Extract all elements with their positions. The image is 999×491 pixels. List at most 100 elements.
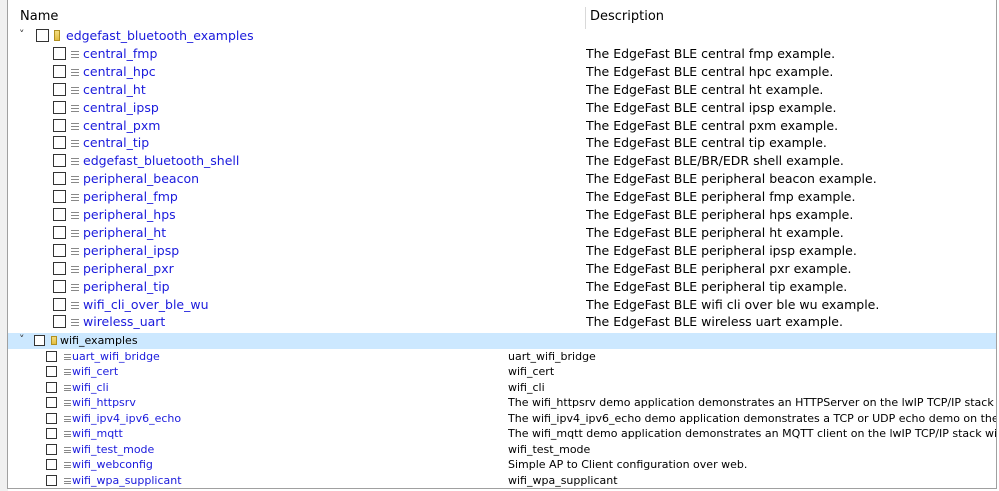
tree-item-row[interactable]: peripheral_ipsp The EdgeFast BLE peripher… [8, 242, 996, 260]
tree-item-row[interactable]: central_tip The EdgeFast BLE central tip … [8, 134, 996, 152]
tree-item-row[interactable]: wifi_wpa_supplicant wifi_wpa_supplicant [8, 473, 996, 489]
tree-item-row[interactable]: central_pxm The EdgeFast BLE central pxm … [8, 117, 996, 135]
item-checkbox[interactable] [46, 443, 57, 455]
item-name[interactable]: wifi_ipv4_ipv6_echo [72, 411, 181, 426]
tree-folder-row[interactable]: ˅ edgefast_bluetooth_examples [8, 27, 996, 45]
item-name[interactable]: peripheral_hps [83, 206, 176, 224]
tree-item-row[interactable]: wifi_webconfig Simple AP to Client config… [8, 457, 996, 473]
item-checkbox[interactable] [46, 350, 57, 362]
folder-checkbox[interactable] [34, 335, 45, 346]
item-name[interactable]: peripheral_fmp [83, 188, 178, 206]
item-name[interactable]: central_pxm [83, 117, 160, 135]
item-description: uart_wifi_bridge [508, 349, 596, 363]
item-checkbox[interactable] [46, 366, 57, 377]
item-checkbox[interactable] [53, 190, 66, 204]
chevron-down-icon[interactable]: ˅ [19, 333, 25, 346]
item-checkbox[interactable] [53, 82, 66, 96]
column-separator[interactable] [585, 7, 586, 29]
item-name[interactable]: peripheral_ipsp [83, 242, 179, 260]
item-name[interactable]: central_fmp [83, 45, 157, 63]
item-description: The EdgeFast BLE central tip example. [586, 135, 827, 151]
item-checkbox[interactable] [53, 208, 66, 221]
item-description: wifi_test_mode [508, 442, 591, 456]
item-description: The EdgeFast BLE/BR/EDR shell example. [586, 153, 844, 169]
item-name[interactable]: wifi_cert [72, 364, 118, 379]
item-name[interactable]: uart_wifi_bridge [72, 349, 160, 364]
tree-item-row[interactable]: wifi_mqtt The wifi_mqtt demo application … [8, 426, 997, 442]
column-header-name[interactable]: Name [20, 9, 58, 24]
item-name[interactable]: peripheral_pxr [83, 260, 174, 278]
tree-item-row[interactable]: wifi_cli_over_ble_wu The EdgeFast BLE wif… [8, 296, 996, 314]
item-checkbox[interactable] [46, 397, 57, 408]
item-name[interactable]: wifi_webconfig [72, 457, 153, 472]
item-checkbox[interactable] [46, 428, 57, 439]
tree-folder-row[interactable]: ˅ wifi_examples [8, 333, 996, 349]
item-checkbox[interactable] [53, 243, 66, 257]
item-name[interactable]: central_tip [83, 134, 149, 152]
item-checkbox[interactable] [53, 118, 66, 132]
item-name[interactable]: central_ht [83, 81, 146, 99]
item-checkbox[interactable] [53, 136, 66, 150]
item-description: The EdgeFast BLE peripheral beacon examp… [586, 171, 877, 187]
item-checkbox[interactable] [53, 279, 66, 293]
item-checkbox[interactable] [46, 474, 57, 486]
item-name[interactable]: peripheral_beacon [83, 170, 199, 188]
tree-item-row[interactable]: edgefast_bluetooth_shell The EdgeFast BLE… [8, 152, 996, 170]
example-tree-view[interactable]: Name Description ˅ edgefast_bluetooth_exa… [7, 0, 997, 489]
tree-item-row[interactable]: uart_wifi_bridge uart_wifi_bridge [8, 349, 996, 365]
item-name[interactable]: central_ipsp [83, 99, 159, 117]
item-checkbox[interactable] [46, 459, 57, 470]
item-name[interactable]: wifi_cli [72, 380, 109, 395]
tree-item-row[interactable]: central_hpc The EdgeFast BLE central hpc … [8, 63, 996, 81]
item-name[interactable]: edgefast_bluetooth_shell [83, 152, 239, 170]
item-description: The EdgeFast BLE peripheral fmp example. [586, 189, 856, 205]
document-icon [71, 265, 79, 273]
tree-item-row[interactable]: wifi_test_mode wifi_test_mode [8, 442, 996, 458]
tree-item-row[interactable]: peripheral_fmp The EdgeFast BLE periphera… [8, 188, 996, 206]
item-checkbox[interactable] [53, 154, 66, 168]
item-name[interactable]: wifi_mqtt [72, 426, 123, 441]
chevron-down-icon[interactable]: ˅ [19, 28, 25, 41]
tree-item-row[interactable]: peripheral_pxr The EdgeFast BLE periphera… [8, 260, 996, 278]
item-name[interactable]: peripheral_tip [83, 278, 170, 296]
item-name[interactable]: wifi_httpsrv [72, 395, 136, 410]
document-icon [71, 50, 79, 58]
item-checkbox[interactable] [53, 315, 66, 329]
item-name[interactable]: wifi_wpa_supplicant [72, 473, 182, 488]
item-checkbox[interactable] [46, 381, 57, 393]
item-checkbox[interactable] [53, 64, 66, 78]
item-name[interactable]: central_hpc [83, 63, 156, 81]
folder-checkbox[interactable] [36, 29, 49, 42]
item-description: wifi_cli [508, 380, 545, 394]
item-checkbox[interactable] [53, 225, 66, 239]
tree-item-row[interactable]: wifi_cert wifi_cert [8, 364, 996, 380]
tree-item-row[interactable]: wireless_uart The EdgeFast BLE wireless u… [8, 313, 996, 331]
item-checkbox[interactable] [46, 412, 57, 424]
item-checkbox[interactable] [53, 261, 66, 275]
item-description: The wifi_mqtt demo application demonstra… [508, 427, 997, 440]
tree-item-row[interactable]: central_ipsp The EdgeFast BLE central ips… [8, 99, 996, 117]
tree-item-row[interactable]: peripheral_beacon The EdgeFast BLE periph… [8, 170, 996, 188]
tree-item-row[interactable]: central_fmp The EdgeFast BLE central fmp … [8, 45, 996, 63]
item-checkbox[interactable] [53, 46, 66, 60]
item-checkbox[interactable] [53, 172, 66, 186]
item-name[interactable]: peripheral_ht [83, 224, 166, 242]
document-icon [71, 140, 79, 148]
item-name[interactable]: wifi_cli_over_ble_wu [83, 296, 209, 314]
tree-item-row[interactable]: wifi_cli wifi_cli [8, 380, 996, 396]
document-icon [71, 301, 79, 309]
item-name[interactable]: wireless_uart [83, 313, 165, 331]
document-icon [71, 176, 79, 184]
item-checkbox[interactable] [53, 100, 66, 114]
item-checkbox[interactable] [53, 297, 66, 311]
tree-item-row[interactable]: wifi_ipv4_ipv6_echo The wifi_ipv4_ipv6_ec… [8, 411, 996, 427]
tree-item-row[interactable]: wifi_httpsrv The wifi_httpsrv demo applic… [8, 395, 996, 411]
document-icon [64, 446, 71, 453]
tree-item-row[interactable]: central_ht The EdgeFast BLE central ht ex… [8, 81, 996, 99]
column-header-description[interactable]: Description [590, 9, 664, 24]
column-header: Name Description [8, 7, 996, 29]
tree-item-row[interactable]: peripheral_tip The EdgeFast BLE periphera… [8, 278, 996, 296]
tree-item-row[interactable]: peripheral_hps The EdgeFast BLE periphera… [8, 206, 996, 224]
tree-item-row[interactable]: peripheral_ht The EdgeFast BLE peripheral… [8, 224, 996, 242]
item-name[interactable]: wifi_test_mode [72, 442, 154, 457]
